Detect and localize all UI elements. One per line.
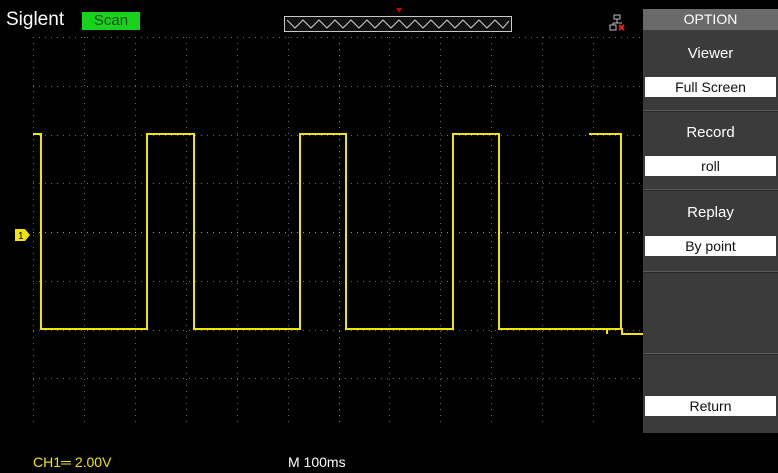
channel-1-ground-marker: 1 <box>15 228 31 242</box>
memory-waveform-preview <box>286 19 510 29</box>
menu-title: OPTION <box>643 9 778 30</box>
channel-1-scale: CH1═ 2.00V <box>33 454 112 470</box>
channel-1-waveform <box>33 133 644 335</box>
return-softkey[interactable]: Return <box>645 396 776 416</box>
memory-depth-bar <box>284 16 512 32</box>
trigger-position-marker <box>396 8 402 13</box>
network-disconnected-icon <box>609 14 625 32</box>
brand-logo: Siglent <box>6 9 65 30</box>
record-label: Record <box>686 124 735 141</box>
graticule <box>33 37 640 422</box>
viewer-softkey[interactable]: Full Screen <box>645 77 776 97</box>
option-menu: OPTION Viewer Full Screen Record roll Re… <box>643 9 778 433</box>
waveform-screen[interactable] <box>33 37 644 427</box>
menu-divider <box>643 271 778 273</box>
replay-softkey[interactable]: By point <box>645 236 776 256</box>
menu-divider <box>643 110 778 112</box>
menu-divider <box>643 353 778 355</box>
channel-1-marker-label: 1 <box>18 231 24 241</box>
run-state-badge: Scan <box>82 12 140 30</box>
timebase-scale: M 100ms <box>288 454 346 470</box>
replay-label: Replay <box>687 204 734 221</box>
menu-divider <box>643 189 778 191</box>
viewer-label: Viewer <box>687 45 734 62</box>
record-softkey[interactable]: roll <box>645 156 776 176</box>
